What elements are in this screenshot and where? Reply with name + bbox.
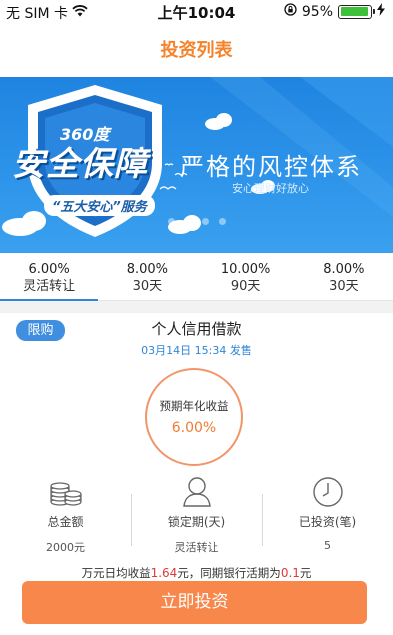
tab-rate: 6.00% [28, 262, 70, 277]
stat-value: 2000元 [46, 541, 85, 554]
tab-rate: 8.00% [126, 262, 169, 277]
battery-icon [338, 4, 375, 19]
stat-lock-period: 锁定期(天) 灵活转让 [131, 474, 262, 564]
yield-value: 6.00% [171, 420, 217, 436]
stat-value: 5 [324, 539, 331, 552]
product-stats: 总金额 2000元 锁定期(天) 灵活转让 已投资(笔) 5 [0, 474, 393, 564]
compare-middle: 元，同期银行活期为 [177, 566, 281, 580]
tab-30-days-a[interactable]: 8.00% 30天 [98, 254, 196, 300]
status-right: 95% [284, 3, 385, 20]
banner-tag: “五大安心”服务 [44, 195, 155, 216]
stat-value: 灵活转让 [174, 541, 219, 554]
invest-now-button[interactable]: 立即投资 [22, 581, 367, 624]
stat-label: 已投资(笔) [298, 515, 357, 529]
carousel-dot[interactable] [184, 218, 192, 225]
banner-slogan: 严格的风控体系 [180, 153, 362, 181]
tab-term: 30天 [329, 279, 359, 294]
carousel-dots[interactable] [0, 218, 393, 225]
compare-prefix: 万元日均收益 [81, 566, 151, 580]
carousel-dot[interactable] [201, 218, 209, 225]
bank-rate-value: 0.1 [280, 566, 300, 580]
compare-suffix: 元 [299, 566, 312, 580]
page-title: 投资列表 [160, 40, 233, 61]
product-tabs: 6.00% 灵活转让 8.00% 30天 10.00% 90天 8.00% 30… [0, 254, 393, 301]
stat-label: 总金额 [47, 515, 84, 529]
tab-90-days[interactable]: 10.00% 90天 [197, 254, 295, 300]
yield-label: 预期年化收益 [159, 399, 229, 413]
tab-term: 30天 [132, 279, 163, 294]
tab-term: 90天 [230, 279, 261, 294]
carousel-dot[interactable] [167, 218, 175, 225]
income-comparison: 万元日均收益1.64元，同期银行活期为0.1元 [0, 565, 393, 581]
person-icon [131, 474, 262, 510]
sale-time: 03月14日 15:34 发售 [141, 344, 252, 357]
product-title[interactable]: 个人信用借款 [0, 318, 393, 339]
coins-icon [0, 474, 131, 510]
tab-rate: 10.00% [220, 262, 271, 277]
clock-icon [262, 474, 393, 510]
rotation-lock-icon [284, 3, 297, 20]
battery-level [340, 7, 369, 16]
tab-flexible[interactable]: 6.00% 灵活转让 [0, 254, 99, 301]
battery-percent: 95% [301, 3, 333, 20]
carousel-dot[interactable] [218, 218, 226, 225]
yield-circle: 预期年化收益 6.00% [145, 368, 243, 466]
status-bar: 无 SIM 卡 上午10:04 95% [0, 0, 393, 22]
charging-icon [377, 3, 385, 20]
banner-carousel[interactable]: 360度 安全保障 “五大安心”服务 严格的风控体系 安心理财好放心 [0, 77, 393, 253]
banner-main-title: 安全保障 [12, 144, 148, 183]
stat-label: 锁定期(天) [167, 515, 226, 529]
section-divider [0, 301, 393, 313]
tab-term: 灵活转让 [23, 279, 76, 294]
banner-subslogan: 安心理财好放心 [232, 182, 309, 195]
tab-30-days-b[interactable]: 8.00% 30天 [295, 254, 393, 300]
daily-income-value: 1.64 [150, 566, 178, 580]
stat-investment-count: 已投资(笔) 5 [262, 474, 393, 564]
stat-total-amount: 总金额 2000元 [0, 474, 131, 564]
tab-rate: 8.00% [323, 262, 365, 277]
